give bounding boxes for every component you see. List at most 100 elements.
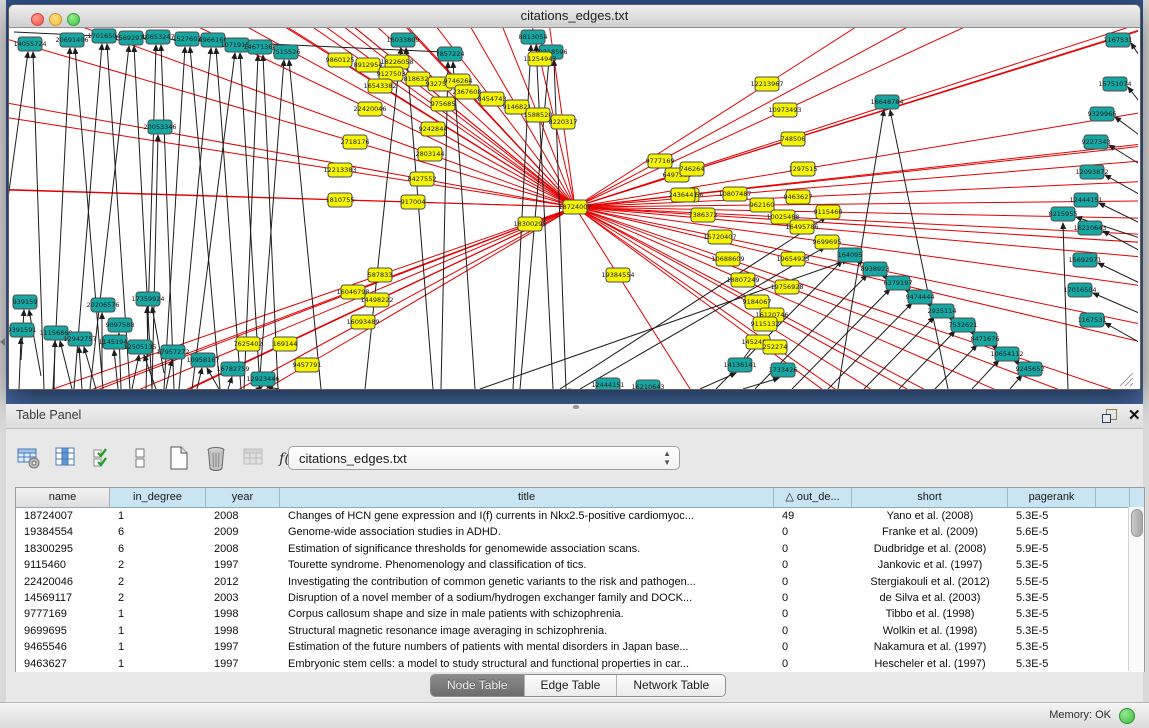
cell-title[interactable]: Tourette syndrome. Phenomenology and cla… bbox=[280, 557, 774, 573]
cell-△ out_de...[interactable]: 0 bbox=[774, 606, 852, 622]
cell-△ out_de...[interactable]: 0 bbox=[774, 590, 852, 606]
close-panel-icon[interactable]: ✕ bbox=[1128, 406, 1141, 424]
cell-[interactable] bbox=[1096, 590, 1130, 606]
table-row[interactable]: 946362711997Embryonic stem cells: a mode… bbox=[16, 656, 1144, 672]
cell-year[interactable]: 1997 bbox=[206, 557, 280, 573]
tab-network-table[interactable]: Network Table bbox=[617, 675, 725, 696]
cell-in_degree[interactable]: 1 bbox=[110, 623, 206, 639]
canvas-resize-grip[interactable] bbox=[1120, 373, 1133, 386]
column-header-title[interactable]: title bbox=[280, 488, 774, 507]
table-row[interactable]: 1872400712008Changes of HCN gene express… bbox=[16, 508, 1144, 524]
cell-year[interactable]: 2003 bbox=[206, 590, 280, 606]
cell-year[interactable]: 1998 bbox=[206, 623, 280, 639]
cell-[interactable] bbox=[1096, 606, 1130, 622]
cell-in_degree[interactable]: 6 bbox=[110, 541, 206, 557]
cell-short[interactable]: Tibbo et al. (1998) bbox=[852, 606, 1008, 622]
new-document-icon[interactable] bbox=[164, 444, 194, 474]
cell-name[interactable]: 9699695 bbox=[16, 623, 110, 639]
cell-short[interactable]: Hescheler et al. (1997) bbox=[852, 656, 1008, 672]
network-window[interactable]: citations_edges.txt 14055724206914061701… bbox=[8, 4, 1141, 390]
cell-△ out_de...[interactable]: 0 bbox=[774, 541, 852, 557]
column-header-year[interactable]: year bbox=[206, 488, 280, 507]
delete-icon[interactable] bbox=[201, 444, 231, 474]
tab-edge-table[interactable]: Edge Table bbox=[525, 675, 618, 696]
cell-name[interactable]: 18724007 bbox=[16, 508, 110, 524]
cell-name[interactable]: 9463627 bbox=[16, 656, 110, 672]
cell-title[interactable]: Disruption of a novel member of a sodium… bbox=[280, 590, 774, 606]
cell-title[interactable]: Investigating the contribution of common… bbox=[280, 574, 774, 590]
cell-pagerank[interactable]: 5.3E-5 bbox=[1008, 557, 1096, 573]
cell-year[interactable]: 2009 bbox=[206, 524, 280, 540]
cell-[interactable] bbox=[1096, 524, 1130, 540]
cell-title[interactable]: Structural magnetic resonance image aver… bbox=[280, 623, 774, 639]
cell-pagerank[interactable]: 5.3E-5 bbox=[1008, 623, 1096, 639]
network-canvas[interactable]: 1405572420691406170165041569297110653247… bbox=[9, 28, 1138, 389]
cell-name[interactable]: 19384554 bbox=[16, 524, 110, 540]
cell-△ out_de...[interactable]: 0 bbox=[774, 574, 852, 590]
cell-title[interactable]: Embryonic stem cells: a model to study s… bbox=[280, 656, 774, 672]
cell-name[interactable]: 22420046 bbox=[16, 574, 110, 590]
select-all-icon[interactable] bbox=[89, 444, 119, 474]
table-row[interactable]: 911546021997Tourette syndrome. Phenomeno… bbox=[16, 557, 1144, 573]
vertical-scrollbar[interactable] bbox=[1128, 507, 1144, 671]
panel-divider-handle[interactable] bbox=[573, 405, 579, 409]
cell-△ out_de...[interactable]: 0 bbox=[774, 623, 852, 639]
cell-pagerank[interactable]: 5.3E-5 bbox=[1008, 590, 1096, 606]
cell-name[interactable]: 9115460 bbox=[16, 557, 110, 573]
column-header-short[interactable]: short bbox=[852, 488, 1008, 507]
cell-in_degree[interactable]: 2 bbox=[110, 590, 206, 606]
cell-title[interactable]: Estimation of the future numbers of pati… bbox=[280, 639, 774, 655]
table-row[interactable]: 1456911722003Disruption of a novel membe… bbox=[16, 590, 1144, 606]
cell-year[interactable]: 2008 bbox=[206, 541, 280, 557]
cell-year[interactable]: 1998 bbox=[206, 606, 280, 622]
cell-title[interactable]: Genome-wide association studies in ADHD. bbox=[280, 524, 774, 540]
cell-year[interactable]: 2012 bbox=[206, 574, 280, 590]
column-header-pagerank[interactable]: pagerank bbox=[1008, 488, 1096, 507]
cell-[interactable] bbox=[1096, 508, 1130, 524]
cell-in_degree[interactable]: 1 bbox=[110, 656, 206, 672]
table-settings-icon[interactable] bbox=[14, 444, 44, 474]
window-title-bar[interactable]: citations_edges.txt bbox=[9, 5, 1140, 28]
cell-short[interactable]: Franke et al. (2009) bbox=[852, 524, 1008, 540]
scrollbar-thumb[interactable] bbox=[1131, 509, 1143, 537]
table-row[interactable]: 1830029562008Estimation of significance … bbox=[16, 541, 1144, 557]
table-row[interactable]: 2242004622012Investigating the contribut… bbox=[16, 574, 1144, 590]
cell-short[interactable]: de Silva et al. (2003) bbox=[852, 590, 1008, 606]
cell-name[interactable]: 9465546 bbox=[16, 639, 110, 655]
cell-△ out_de...[interactable]: 49 bbox=[774, 508, 852, 524]
cell-in_degree[interactable]: 2 bbox=[110, 557, 206, 573]
cell-short[interactable]: Wolkin et al. (1998) bbox=[852, 623, 1008, 639]
table-selector-dropdown[interactable]: citations_edges.txt ▲▼ bbox=[288, 446, 680, 470]
cell-year[interactable]: 1997 bbox=[206, 656, 280, 672]
cell-in_degree[interactable]: 2 bbox=[110, 574, 206, 590]
cell-year[interactable]: 2008 bbox=[206, 508, 280, 524]
cell-title[interactable]: Estimation of significance thresholds fo… bbox=[280, 541, 774, 557]
column-header-△ out_de...[interactable]: △ out_de... bbox=[774, 488, 852, 507]
cell-title[interactable]: Corpus callosum shape and size in male p… bbox=[280, 606, 774, 622]
column-header-filler[interactable] bbox=[1096, 488, 1130, 507]
left-panel-collapse-arrow-icon[interactable] bbox=[0, 338, 5, 346]
cell-[interactable] bbox=[1096, 639, 1130, 655]
cell-name[interactable]: 18300295 bbox=[16, 541, 110, 557]
cell-title[interactable]: Changes of HCN gene expression and I(f) … bbox=[280, 508, 774, 524]
cell-pagerank[interactable]: 5.5E-5 bbox=[1008, 574, 1096, 590]
column-header-in_degree[interactable]: in_degree bbox=[110, 488, 206, 507]
table-row[interactable]: 977716911998Corpus callosum shape and si… bbox=[16, 606, 1144, 622]
tab-node-table[interactable]: Node Table bbox=[431, 675, 525, 696]
column-header-name[interactable]: name bbox=[16, 488, 110, 507]
memory-status-indicator[interactable] bbox=[1119, 708, 1135, 724]
cell-short[interactable]: Stergiakouli et al. (2012) bbox=[852, 574, 1008, 590]
table-row[interactable]: 946554611997Estimation of the future num… bbox=[16, 639, 1144, 655]
cell-short[interactable]: Jankovic et al. (1997) bbox=[852, 557, 1008, 573]
cell-in_degree[interactable]: 1 bbox=[110, 639, 206, 655]
cell-name[interactable]: 14569117 bbox=[16, 590, 110, 606]
cell-pagerank[interactable]: 5.3E-5 bbox=[1008, 639, 1096, 655]
show-columns-icon[interactable] bbox=[51, 444, 81, 474]
cell-[interactable] bbox=[1096, 557, 1130, 573]
cell-[interactable] bbox=[1096, 656, 1130, 672]
cell-△ out_de...[interactable]: 0 bbox=[774, 656, 852, 672]
table-row[interactable]: 1938455462009Genome-wide association stu… bbox=[16, 524, 1144, 540]
cell-pagerank[interactable]: 5.6E-5 bbox=[1008, 524, 1096, 540]
cell-△ out_de...[interactable]: 0 bbox=[774, 639, 852, 655]
cell-short[interactable]: Dudbridge et al. (2008) bbox=[852, 541, 1008, 557]
